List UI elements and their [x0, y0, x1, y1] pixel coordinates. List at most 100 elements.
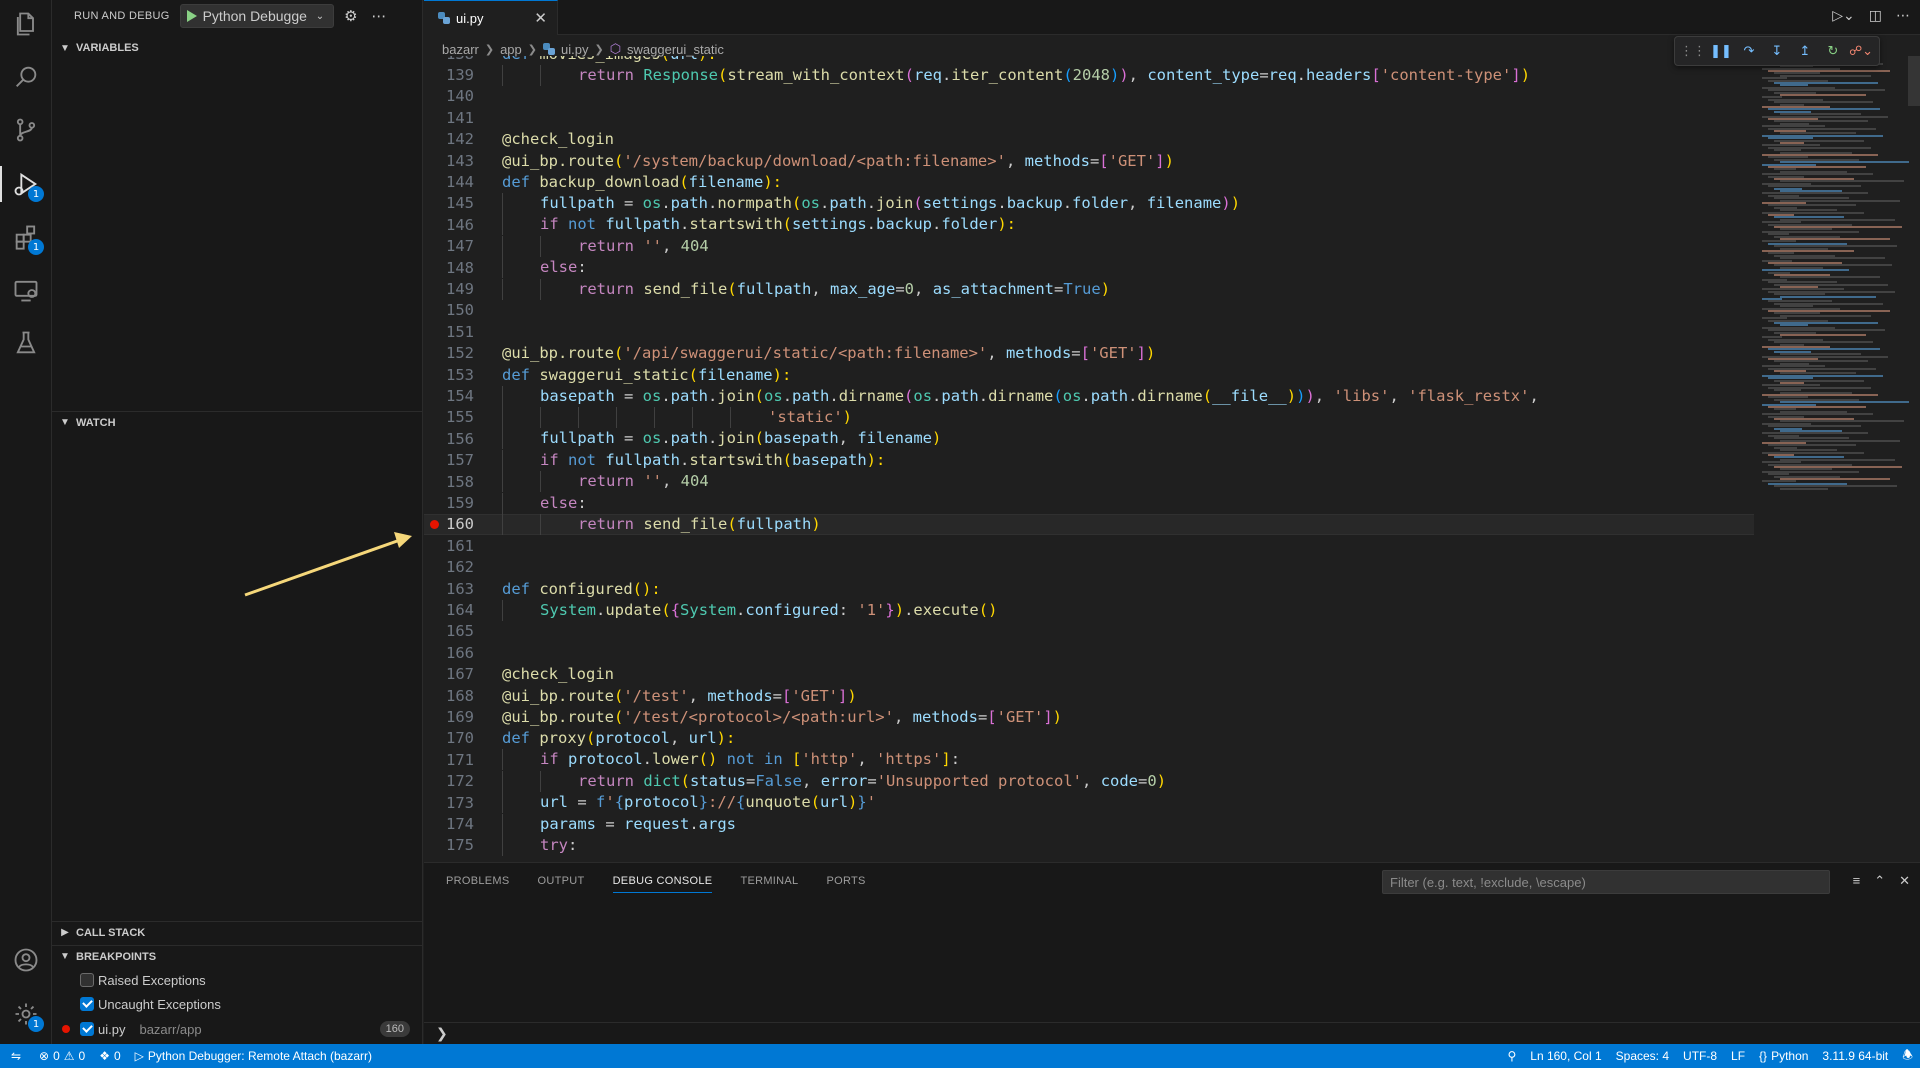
search-icon[interactable]	[0, 53, 52, 101]
maximize-panel-icon[interactable]: ⌃	[1874, 873, 1885, 889]
tab-ports[interactable]: PORTS	[826, 863, 865, 899]
language-mode[interactable]: {} Python	[1752, 1044, 1815, 1068]
indentation[interactable]: Spaces: 4	[1609, 1044, 1676, 1068]
debug-target-status[interactable]: ▷ Python Debugger: Remote Attach (bazarr…	[128, 1044, 379, 1068]
remote-indicator-icon[interactable]: ⇋	[0, 1044, 32, 1068]
tab-ui-py[interactable]: ui.py ✕	[424, 0, 558, 35]
clear-console-icon[interactable]: ≡	[1853, 873, 1861, 889]
breadcrumb-item[interactable]: ui.py	[561, 42, 588, 57]
code-line[interactable]: 145 fullpath = os.path.normpath(os.path.j…	[424, 192, 1754, 214]
run-file-icon[interactable]: ▷⌄	[1832, 7, 1855, 24]
tab-output[interactable]: OUTPUT	[538, 863, 585, 899]
ports-status[interactable]: ❖ 0	[92, 1044, 127, 1068]
breakpoint-raised-exceptions[interactable]: Raised Exceptions	[52, 968, 422, 992]
breakpoints-section-header[interactable]: ▼ BREAKPOINTS	[52, 945, 422, 967]
settings-gear-icon[interactable]: 1	[0, 990, 52, 1038]
more-actions-icon[interactable]: ⋯	[368, 5, 390, 27]
explorer-icon[interactable]	[0, 0, 52, 48]
code-line[interactable]: 165	[424, 621, 1754, 642]
debug-config-dropdown[interactable]: Python Debugge ⌄	[179, 4, 334, 28]
code-line[interactable]: 157 if not fullpath.startswith(basepath):	[424, 449, 1754, 471]
console-filter-input[interactable]	[1382, 870, 1830, 894]
call-stack-section-header[interactable]: ▶ CALL STACK	[52, 921, 422, 943]
code-line[interactable]: 151	[424, 321, 1754, 342]
close-icon[interactable]: ✕	[534, 9, 547, 27]
breadcrumb-item[interactable]: app	[500, 42, 522, 57]
step-out-icon[interactable]: ↥	[1795, 41, 1815, 61]
tab-terminal[interactable]: TERMINAL	[740, 863, 798, 899]
tab-problems[interactable]: PROBLEMS	[446, 863, 510, 899]
code-line[interactable]: 154 basepath = os.path.join(os.path.dirna…	[424, 385, 1754, 407]
end-of-line[interactable]: LF	[1724, 1044, 1752, 1068]
code-line[interactable]: 175 try:	[424, 834, 1754, 856]
pause-icon[interactable]: ❚❚	[1710, 41, 1732, 61]
code-line[interactable]: 158 return '', 404	[424, 471, 1754, 493]
breakpoint-dot-icon[interactable]	[430, 519, 439, 529]
code-line[interactable]: 170 def proxy(protocol, url):	[424, 728, 1754, 749]
editor-scrollbar[interactable]	[1908, 56, 1920, 106]
step-over-icon[interactable]: ↷	[1739, 41, 1759, 61]
code-editor[interactable]: 138 def movies_images(url): 139 return Resp…	[424, 56, 1754, 862]
code-line[interactable]: 142 @check_login	[424, 129, 1754, 150]
code-line[interactable]: 161	[424, 535, 1754, 556]
code-line[interactable]: 166	[424, 642, 1754, 663]
breakpoint-uncaught-exceptions[interactable]: Uncaught Exceptions	[52, 992, 422, 1016]
code-line[interactable]: 156 fullpath = os.path.join(basepath, fil…	[424, 428, 1754, 450]
code-line[interactable]: 155 'static')	[424, 406, 1754, 428]
encoding[interactable]: UTF-8	[1676, 1044, 1724, 1068]
tab-debug-console[interactable]: DEBUG CONSOLE	[612, 863, 713, 899]
code-line[interactable]: 173 url = f'{protocol}://{unquote(url)}'	[424, 792, 1754, 814]
remote-explorer-icon[interactable]	[0, 266, 52, 314]
code-line[interactable]: 163 def configured():	[424, 578, 1754, 599]
code-line[interactable]: 152 @ui_bp.route('/api/swaggerui/static/<…	[424, 343, 1754, 364]
source-control-icon[interactable]	[0, 106, 52, 154]
code-line[interactable]: 150	[424, 300, 1754, 321]
code-line[interactable]: 171 if protocol.lower() not in ['http', '…	[424, 749, 1754, 771]
breadcrumb-item[interactable]: bazarr	[442, 42, 479, 57]
notifications-bell-icon[interactable]: 🕭	[1895, 1044, 1920, 1068]
breadcrumb-item[interactable]: swaggerui_static	[627, 42, 724, 57]
ui-py-breakpoint-checkbox[interactable]	[80, 1022, 94, 1036]
debug-console-input[interactable]: ❯	[424, 1022, 1920, 1044]
code-line[interactable]: 140	[424, 86, 1754, 107]
extensions-icon[interactable]: 1	[0, 213, 52, 261]
problems-status[interactable]: ⊗ 0 ⚠ 0	[32, 1044, 92, 1068]
start-debugging-icon[interactable]	[186, 10, 197, 22]
raised-exceptions-checkbox[interactable]	[80, 973, 94, 987]
python-interpreter[interactable]: 3.11.9 64-bit	[1815, 1044, 1895, 1068]
testing-icon[interactable]	[0, 319, 52, 367]
code-line[interactable]: 167 @check_login	[424, 664, 1754, 685]
code-line[interactable]: 144 def backup_download(filename):	[424, 171, 1754, 192]
disconnect-icon[interactable]: ☍⌄	[1849, 41, 1873, 61]
code-line[interactable]: 139 return Response(stream_with_context(r…	[424, 64, 1754, 86]
code-line[interactable]: 162	[424, 557, 1754, 578]
code-line[interactable]: 138 def movies_images(url):	[424, 56, 1754, 64]
code-line[interactable]: 160 return send_file(fullpath)	[424, 513, 1754, 536]
uncaught-exceptions-checkbox[interactable]	[80, 997, 94, 1011]
code-line[interactable]: 148 else:	[424, 257, 1754, 279]
watch-section-header[interactable]: ▼ WATCH	[52, 411, 422, 433]
code-line[interactable]: 146 if not fullpath.startswith(settings.b…	[424, 214, 1754, 236]
minimap[interactable]	[1758, 56, 1910, 862]
code-line[interactable]: 143 @ui_bp.route('/system/backup/download…	[424, 150, 1754, 171]
gear-icon[interactable]: ⚙	[340, 5, 362, 27]
code-line[interactable]: 141	[424, 107, 1754, 128]
variables-section-header[interactable]: ▼ VARIABLES	[52, 37, 422, 59]
code-line[interactable]: 147 return '', 404	[424, 235, 1754, 257]
breakpoint-ui-py[interactable]: ui.py bazarr/app 160	[52, 1017, 422, 1041]
code-line[interactable]: 169 @ui_bp.route('/test/<protocol>/<path:…	[424, 706, 1754, 727]
code-line[interactable]: 149 return send_file(fullpath, max_age=0,…	[424, 278, 1754, 300]
code-line[interactable]: 159 else:	[424, 492, 1754, 514]
split-editor-icon[interactable]: ◫	[1869, 7, 1882, 24]
close-icon[interactable]: ✕	[1899, 873, 1910, 889]
accounts-icon[interactable]	[0, 936, 52, 984]
code-line[interactable]: 174 params = request.args	[424, 813, 1754, 835]
drag-handle-icon[interactable]: ⋮⋮	[1680, 41, 1706, 61]
run-debug-icon[interactable]: 1	[0, 160, 52, 208]
cursor-position[interactable]: Ln 160, Col 1	[1523, 1044, 1608, 1068]
code-line[interactable]: 153 def swaggerui_static(filename):	[424, 364, 1754, 385]
code-line[interactable]: 164 System.update({System.configured: '1'…	[424, 599, 1754, 621]
code-line[interactable]: 168 @ui_bp.route('/test', methods=['GET']…	[424, 685, 1754, 706]
more-actions-icon[interactable]: ⋯	[1896, 7, 1910, 24]
restart-icon[interactable]: ↻	[1823, 41, 1843, 61]
